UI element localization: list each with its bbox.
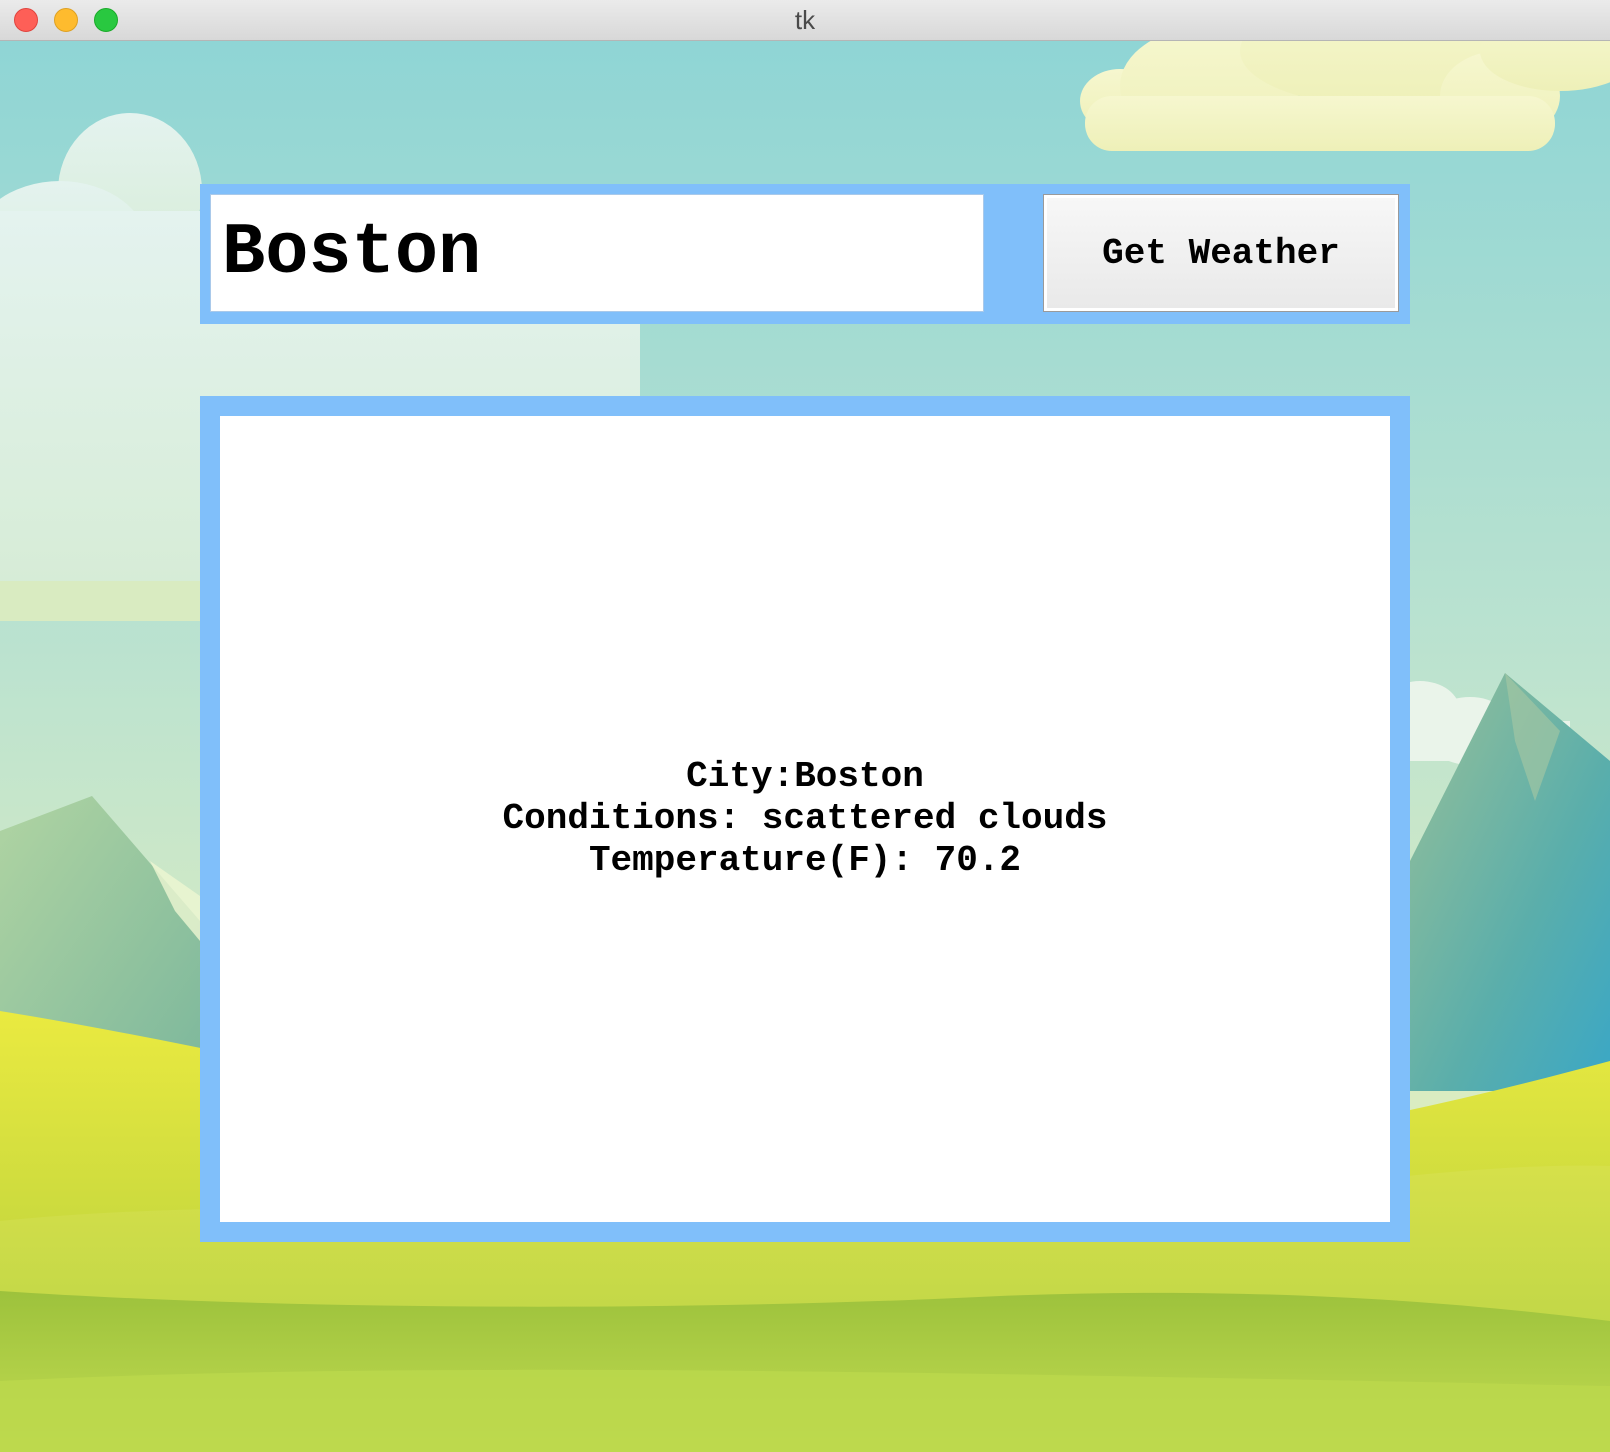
window-title: tk: [794, 5, 816, 35]
result-panel: City:Boston Conditions: scattered clouds…: [220, 416, 1390, 1222]
result-temperature: Temperature(F): 70.2: [588, 840, 1022, 881]
get-weather-button[interactable]: Get Weather: [1043, 194, 1399, 312]
city-input[interactable]: [210, 194, 984, 312]
result-frame: City:Boston Conditions: scattered clouds…: [200, 396, 1410, 1242]
app-window: tk Boston Get Weather City:Boston Condit…: [0, 0, 1610, 1452]
result-conditions: Conditions: scattered clouds: [502, 798, 1108, 839]
result-city: City:Boston: [686, 756, 924, 797]
window-content: Get Weather City:Boston Conditions: scat…: [0, 41, 1610, 1452]
title-bar[interactable]: tk: [0, 0, 1610, 41]
search-bar: Get Weather: [200, 184, 1410, 324]
